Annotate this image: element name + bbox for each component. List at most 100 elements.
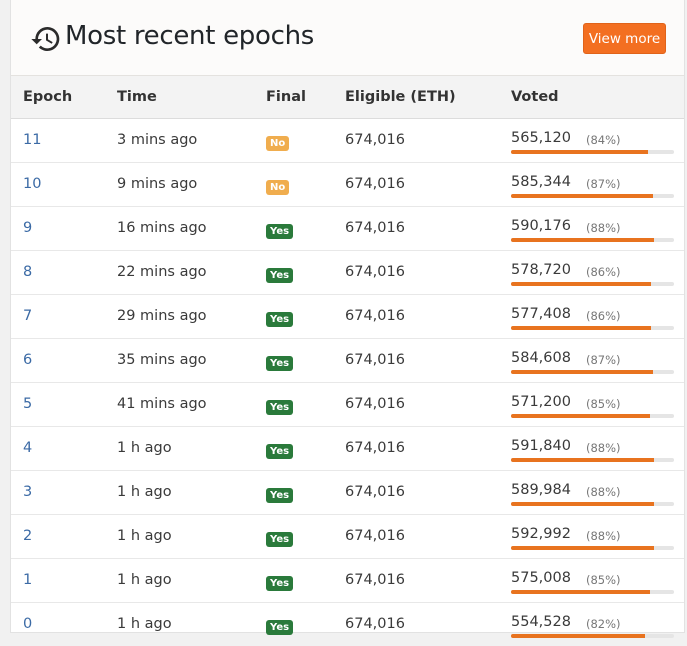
table-row: 4 1 h ago Yes 674,016 591,840 (88%) (11, 426, 684, 470)
epoch-link[interactable]: 7 (23, 308, 32, 324)
voted-progress-fill (511, 237, 655, 242)
table-row: 8 22 mins ago Yes 674,016 578,720 (86%) (11, 250, 684, 294)
voted-value: 571,200 (511, 393, 571, 410)
eligible-cell: 674,016 (345, 264, 405, 280)
voted-value: 591,840 (511, 437, 571, 454)
eligible-cell: 674,016 (345, 572, 405, 588)
eligible-cell: 674,016 (345, 176, 405, 192)
column-header-final[interactable]: Final (266, 76, 345, 119)
epoch-cell: 10 (11, 162, 117, 206)
card-header: Most recent epochs View more (11, 0, 684, 76)
voted-percent: (88%) (586, 440, 621, 455)
final-cell: Yes (266, 338, 345, 382)
epochs-table: Epoch Time Final Eligible (ETH) Voted 11… (11, 76, 684, 646)
time-cell: 1 h ago (117, 572, 172, 588)
final-cell: Yes (266, 426, 345, 470)
column-header-time[interactable]: Time (117, 76, 266, 119)
final-cell: Yes (266, 382, 345, 426)
epoch-cell: 9 (11, 206, 117, 250)
final-cell: Yes (266, 602, 345, 646)
voted-percent: (88%) (586, 484, 621, 499)
final-cell: Yes (266, 470, 345, 514)
table-row: 2 1 h ago Yes 674,016 592,992 (88%) (11, 514, 684, 558)
voted-progress-bar (511, 413, 674, 418)
voted-value: 575,008 (511, 569, 571, 586)
eligible-cell: 674,016 (345, 352, 405, 368)
epoch-cell: 8 (11, 250, 117, 294)
final-badge: Yes (266, 311, 294, 327)
table-row: 3 1 h ago Yes 674,016 589,984 (88%) (11, 470, 684, 514)
epoch-cell: 6 (11, 338, 117, 382)
eligible-cell: 674,016 (345, 132, 405, 148)
time-cell: 22 mins ago (117, 264, 207, 280)
page-title: Most recent epochs (65, 21, 315, 51)
voted-percent: (86%) (586, 264, 621, 279)
epoch-link[interactable]: 1 (23, 572, 32, 588)
voted-percent: (82%) (586, 616, 621, 631)
voted-value: 584,608 (511, 349, 571, 366)
voted-progress-bar (511, 457, 674, 462)
voted-percent: (88%) (586, 220, 621, 235)
voted-cell: 571,200 (85%) (511, 382, 684, 426)
epoch-link[interactable]: 6 (23, 352, 32, 368)
epoch-cell: 3 (11, 470, 117, 514)
time-cell: 41 mins ago (117, 396, 207, 412)
voted-value: 554,528 (511, 613, 571, 630)
voted-percent: (87%) (586, 176, 621, 191)
voted-cell: 578,720 (86%) (511, 250, 684, 294)
final-badge: No (266, 135, 290, 151)
epoch-link[interactable]: 8 (23, 264, 32, 280)
voted-cell: 584,608 (87%) (511, 338, 684, 382)
voted-progress-bar (511, 237, 674, 242)
voted-value: 592,992 (511, 525, 571, 542)
epoch-cell: 2 (11, 514, 117, 558)
epoch-cell: 1 (11, 558, 117, 602)
voted-value: 589,984 (511, 481, 571, 498)
final-cell: Yes (266, 294, 345, 338)
column-header-voted[interactable]: Voted (511, 76, 684, 119)
table-row: 1 1 h ago Yes 674,016 575,008 (85%) (11, 558, 684, 602)
final-cell: Yes (266, 558, 345, 602)
epoch-link[interactable]: 9 (23, 220, 32, 236)
column-header-epoch[interactable]: Epoch (11, 76, 117, 119)
epoch-link[interactable]: 0 (23, 616, 32, 632)
voted-progress-fill (511, 193, 653, 198)
epoch-link[interactable]: 3 (23, 484, 32, 500)
voted-progress-bar (511, 149, 674, 154)
final-badge: Yes (266, 487, 294, 503)
voted-value: 577,408 (511, 305, 571, 322)
epoch-link[interactable]: 5 (23, 396, 32, 412)
epoch-cell: 4 (11, 426, 117, 470)
voted-percent: (85%) (586, 396, 621, 411)
voted-value: 578,720 (511, 261, 571, 278)
voted-progress-fill (511, 545, 655, 550)
epoch-link[interactable]: 4 (23, 440, 32, 456)
column-header-eligible[interactable]: Eligible (ETH) (345, 76, 511, 119)
time-cell: 1 h ago (117, 440, 172, 456)
table-row: 6 35 mins ago Yes 674,016 584,608 (87%) (11, 338, 684, 382)
view-more-button[interactable]: View more (583, 23, 666, 54)
epochs-card: Most recent epochs View more Epoch Time … (10, 0, 685, 638)
epoch-link[interactable]: 10 (23, 176, 41, 192)
voted-percent: (86%) (586, 308, 621, 323)
voted-progress-fill (511, 369, 653, 374)
epoch-link[interactable]: 2 (23, 528, 32, 544)
table-row: 11 3 mins ago No 674,016 565,120 (84%) (11, 118, 684, 162)
epoch-cell: 5 (11, 382, 117, 426)
voted-percent: (85%) (586, 572, 621, 587)
time-cell: 29 mins ago (117, 308, 207, 324)
final-cell: Yes (266, 514, 345, 558)
voted-cell: 589,984 (88%) (511, 470, 684, 514)
voted-value: 585,344 (511, 173, 571, 190)
final-cell: Yes (266, 206, 345, 250)
time-cell: 3 mins ago (117, 132, 198, 148)
voted-cell: 590,176 (88%) (511, 206, 684, 250)
final-badge: Yes (266, 443, 294, 459)
table-row: 9 16 mins ago Yes 674,016 590,176 (88%) (11, 206, 684, 250)
time-cell: 1 h ago (117, 616, 172, 632)
voted-cell: 592,992 (88%) (511, 514, 684, 558)
epoch-link[interactable]: 11 (23, 132, 41, 148)
voted-percent: (87%) (586, 352, 621, 367)
final-badge: Yes (266, 223, 294, 239)
voted-progress-bar (511, 325, 674, 330)
